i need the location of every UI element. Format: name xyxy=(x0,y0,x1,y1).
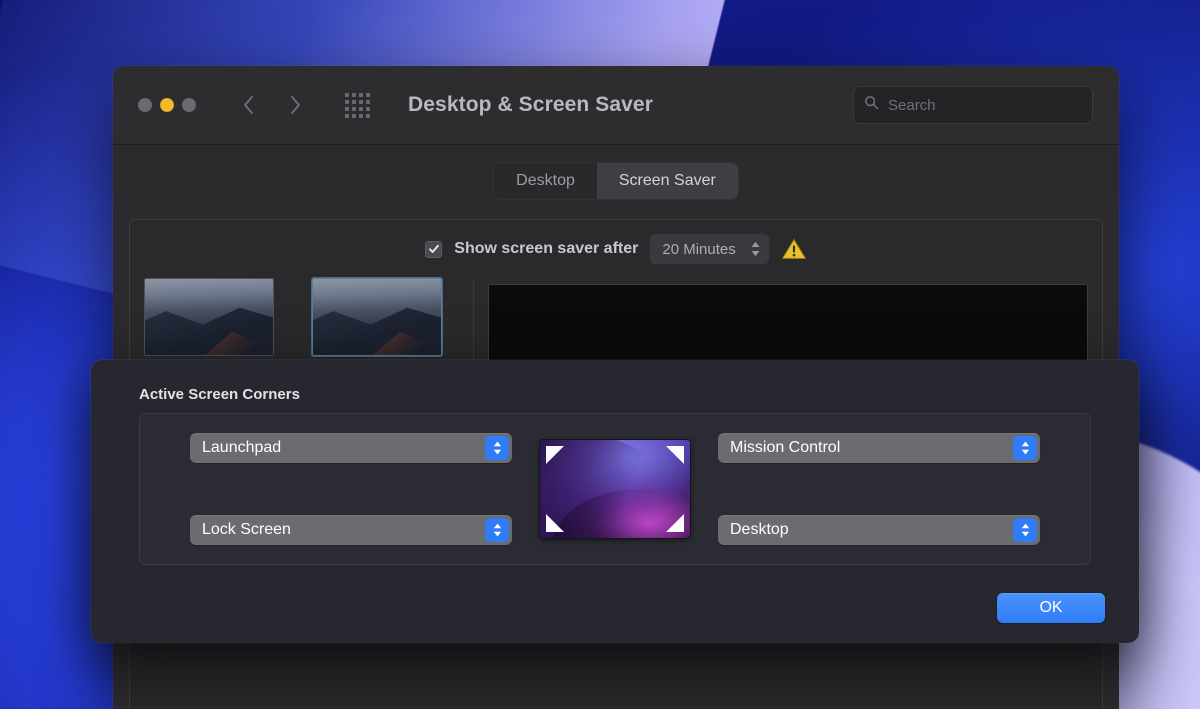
chevron-updown-icon xyxy=(1013,436,1037,460)
corner-marker-bottom-left xyxy=(546,514,564,532)
traffic-light-buttons xyxy=(138,98,196,112)
bottom-right-corner-popup[interactable]: Desktop xyxy=(718,515,1040,545)
top-left-corner-popup[interactable]: Launchpad xyxy=(190,433,512,463)
warning-triangle-icon xyxy=(781,237,807,261)
active-screen-corners-dialog: Active Screen Corners Launchpad Lock Scr… xyxy=(91,360,1139,643)
navigation-arrows xyxy=(241,93,303,117)
corner-marker-bottom-right xyxy=(666,514,684,532)
delay-value: 20 Minutes xyxy=(662,241,735,258)
left-corners-column: Launchpad Lock Screen xyxy=(190,433,512,545)
desktop-wallpaper: Desktop & Screen Saver Search Desktop Sc… xyxy=(0,0,1200,709)
close-button[interactable] xyxy=(138,98,152,112)
chevron-updown-icon xyxy=(1013,518,1037,542)
tab-desktop[interactable]: Desktop xyxy=(494,163,597,199)
chevron-updown-icon xyxy=(485,518,509,542)
chevron-right-icon[interactable] xyxy=(288,93,303,117)
zoom-button[interactable] xyxy=(182,98,196,112)
search-field[interactable]: Search xyxy=(853,86,1093,124)
search-icon xyxy=(864,95,879,115)
show-screen-saver-row: Show screen saver after 20 Minutes xyxy=(130,234,1102,264)
bottom-left-corner-popup[interactable]: Lock Screen xyxy=(190,515,512,545)
thumbnail-ken-burns[interactable] xyxy=(144,278,274,356)
corners-group-box: Launchpad Lock Screen xyxy=(139,413,1091,565)
show-screen-saver-label: Show screen saver after xyxy=(454,240,638,258)
thumbnail-classic[interactable] xyxy=(312,278,442,356)
bottom-left-corner-value: Lock Screen xyxy=(202,521,291,539)
chevron-left-icon[interactable] xyxy=(241,93,256,117)
dialog-footer: OK xyxy=(997,593,1105,623)
search-placeholder: Search xyxy=(888,97,936,114)
minimize-button[interactable] xyxy=(160,98,174,112)
right-corners-column: Mission Control Desktop xyxy=(718,433,1040,545)
corner-marker-top-left xyxy=(546,446,564,464)
dialog-title: Active Screen Corners xyxy=(139,386,1119,403)
top-right-corner-popup[interactable]: Mission Control xyxy=(718,433,1040,463)
window-titlebar: Desktop & Screen Saver Search xyxy=(113,66,1119,145)
tab-bar: Desktop Screen Saver xyxy=(129,163,1103,199)
grid-icon[interactable] xyxy=(345,93,370,118)
top-left-corner-value: Launchpad xyxy=(202,439,281,457)
screen-corner-preview xyxy=(540,440,690,538)
chevron-updown-icon xyxy=(750,240,761,258)
bottom-right-corner-value: Desktop xyxy=(730,521,789,539)
screen-saver-delay-popup[interactable]: 20 Minutes xyxy=(650,234,768,264)
corner-marker-top-right xyxy=(666,446,684,464)
show-screen-saver-checkbox[interactable] xyxy=(425,241,442,258)
tab-screen-saver[interactable]: Screen Saver xyxy=(597,163,738,199)
segmented-control: Desktop Screen Saver xyxy=(494,163,738,199)
chevron-updown-icon xyxy=(485,436,509,460)
ok-button[interactable]: OK xyxy=(997,593,1105,623)
page-title: Desktop & Screen Saver xyxy=(408,93,653,117)
top-right-corner-value: Mission Control xyxy=(730,439,840,457)
